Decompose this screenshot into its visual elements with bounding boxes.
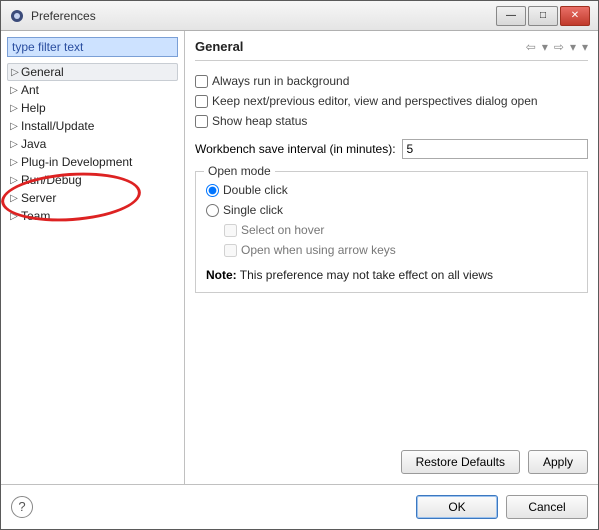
nav-tree: ▷General ▷Ant ▷Help ▷Install/Update ▷Jav… [7, 63, 178, 225]
interval-label: Workbench save interval (in minutes): [195, 142, 396, 156]
back-menu-icon[interactable]: ▾ [542, 40, 548, 54]
chevron-right-icon: ▷ [9, 211, 19, 222]
interval-row: Workbench save interval (in minutes): [195, 139, 588, 159]
tree-item-run-debug[interactable]: ▷Run/Debug [7, 171, 178, 189]
check-keep-next[interactable]: Keep next/previous editor, view and pers… [195, 91, 588, 111]
tree-item-help[interactable]: ▷Help [7, 99, 178, 117]
page-buttons: Restore Defaults Apply [195, 450, 588, 474]
restore-defaults-button[interactable]: Restore Defaults [401, 450, 520, 474]
window-controls: — □ ✕ [496, 6, 590, 26]
tree-item-ant[interactable]: ▷Ant [7, 81, 178, 99]
nav-icons: ⇦ ▾ ⇨ ▾ ▾ [526, 40, 588, 54]
apply-button[interactable]: Apply [528, 450, 588, 474]
tree-item-general[interactable]: ▷General [7, 63, 178, 81]
maximize-button[interactable]: □ [528, 6, 558, 26]
check-always-bg[interactable]: Always run in background [195, 71, 588, 91]
chevron-right-icon: ▷ [9, 121, 19, 132]
preferences-window: Preferences — □ ✕ ▷General ▷Ant ▷Help ▷I… [0, 0, 599, 530]
back-icon[interactable]: ⇦ [526, 40, 536, 54]
chevron-right-icon: ▷ [10, 67, 20, 78]
help-icon[interactable]: ? [11, 496, 33, 518]
chevron-right-icon: ▷ [9, 157, 19, 168]
check-open-arrow[interactable]: Open when using arrow keys [224, 240, 577, 260]
chevron-right-icon: ▷ [9, 85, 19, 96]
forward-icon[interactable]: ⇨ [554, 40, 564, 54]
tree-item-plugin-dev[interactable]: ▷Plug-in Development [7, 153, 178, 171]
close-button[interactable]: ✕ [560, 6, 590, 26]
tree-item-server[interactable]: ▷Server [7, 189, 178, 207]
note-row: Note: This preference may not take effec… [206, 268, 577, 282]
tree-item-java[interactable]: ▷Java [7, 135, 178, 153]
titlebar[interactable]: Preferences — □ ✕ [1, 1, 598, 31]
main-panel: General ⇦ ▾ ⇨ ▾ ▾ Always run in backgrou… [185, 31, 598, 484]
footer: ? OK Cancel [1, 484, 598, 529]
interval-field[interactable] [402, 139, 588, 159]
tree-item-team[interactable]: ▷Team [7, 207, 178, 225]
radio-double-click[interactable]: Double click [206, 180, 577, 200]
openmode-legend: Open mode [204, 164, 275, 178]
minimize-button[interactable]: — [496, 6, 526, 26]
check-select-hover[interactable]: Select on hover [224, 220, 577, 240]
cancel-button[interactable]: Cancel [506, 495, 588, 519]
openmode-group: Open mode Double click Single click Sele… [195, 171, 588, 293]
ok-button[interactable]: OK [416, 495, 498, 519]
page-title: General [195, 39, 526, 54]
chevron-right-icon: ▷ [9, 103, 19, 114]
sidebar: ▷General ▷Ant ▷Help ▷Install/Update ▷Jav… [1, 31, 185, 484]
filter-input[interactable] [7, 37, 178, 57]
chevron-right-icon: ▷ [9, 139, 19, 150]
forward-menu-icon[interactable]: ▾ [570, 40, 576, 54]
window-title: Preferences [31, 9, 496, 23]
content-area: ▷General ▷Ant ▷Help ▷Install/Update ▷Jav… [1, 31, 598, 484]
radio-single-click[interactable]: Single click [206, 200, 577, 220]
chevron-right-icon: ▷ [9, 175, 19, 186]
tree-item-install-update[interactable]: ▷Install/Update [7, 117, 178, 135]
menu-icon[interactable]: ▾ [582, 40, 588, 54]
check-show-heap[interactable]: Show heap status [195, 111, 588, 131]
app-icon [9, 8, 25, 24]
main-header: General ⇦ ▾ ⇨ ▾ ▾ [195, 39, 588, 61]
chevron-right-icon: ▷ [9, 193, 19, 204]
